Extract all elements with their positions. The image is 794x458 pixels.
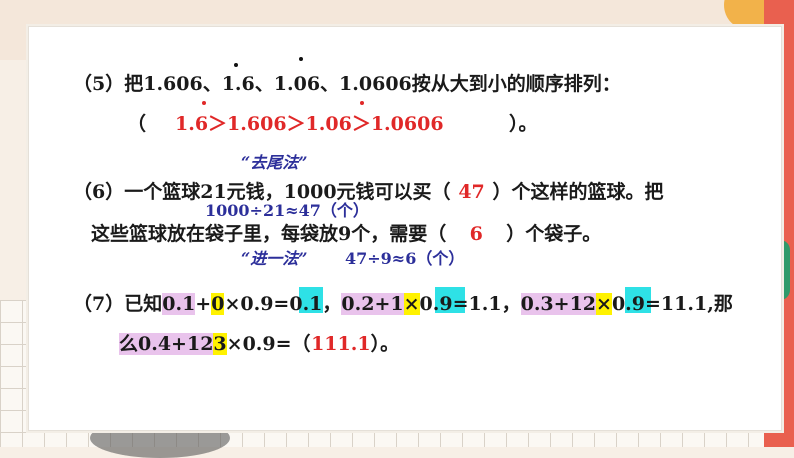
q7-highlight-pink: 么0.4+12 <box>119 333 214 355</box>
q7-text: ， <box>501 293 521 315</box>
q7-line1: （7）已知0.1+0×0.9=0.1，0.2+1×0.9=1.1，0.3+12×… <box>73 289 733 316</box>
q7-highlight-pink: 0.3+12 <box>520 293 597 315</box>
q5-close-paren: ）。 <box>509 113 538 135</box>
slide-card: （5）把1.606、1.6、1.06、1.0606按从大到小的顺序排列： （ 1… <box>28 26 782 431</box>
q7-highlight-yellow: 0 <box>211 293 225 315</box>
q7-text: （7）已知 <box>73 293 163 315</box>
repeating-dot <box>234 63 238 67</box>
q6-line1-end: ）个这样的篮球。把 <box>492 181 664 203</box>
q7-text: ×0.9=（ <box>226 333 311 355</box>
q7-text: ,那 <box>707 293 733 315</box>
q5-line1: （5）把1.606、1.6、1.06、1.0606按从大到小的顺序排列： <box>73 73 621 95</box>
q6-calc1: 1000÷21≈47（个） <box>205 201 369 220</box>
q7-text: ， <box>322 293 342 315</box>
q5-open-paren: （ <box>127 113 147 135</box>
q7-answer: 111.1 <box>311 333 371 355</box>
q7-text: 0.9=0.1 <box>240 293 323 315</box>
q6-note-top: “去尾法” <box>241 153 308 172</box>
q6-line2-end: ）个袋子。 <box>506 223 602 245</box>
q6-calc2: 47÷9≈6（个） <box>345 249 465 268</box>
q7-highlight-yellow: 3 <box>213 333 227 355</box>
repeating-dot <box>360 101 364 105</box>
q6-line2: 这些篮球放在袋子里，每袋放9个，需要（ 6 ）个袋子。 <box>91 219 601 246</box>
q7-text: + <box>195 293 212 315</box>
q7-highlight-pink: 0.1 <box>162 293 196 315</box>
q7-text: ）。 <box>370 333 400 355</box>
q7-text: × <box>224 293 241 315</box>
q7-highlight-yellow: × <box>596 293 612 315</box>
q6-answer2: 6 <box>469 223 483 245</box>
repeating-dot <box>202 101 206 105</box>
q6-line2-start: 这些篮球放在袋子里，每袋放9个，需要（ <box>91 223 447 245</box>
q7-text: 0.9=1.1 <box>419 293 502 315</box>
q6-answer1: 47 <box>458 181 485 203</box>
q7-text: 0.9=11.1 <box>611 293 708 315</box>
q6-note-bottom: “进一法” <box>241 249 308 268</box>
q7-line2: 么0.4+123×0.9=（111.1）。 <box>119 329 399 356</box>
q5-answer: 1.6＞1.606＞1.06＞1.0606 <box>175 113 444 135</box>
q7-highlight-pink: 0.2+1 <box>341 293 404 315</box>
repeating-dot <box>299 57 303 61</box>
q7-highlight-yellow: × <box>403 293 420 315</box>
